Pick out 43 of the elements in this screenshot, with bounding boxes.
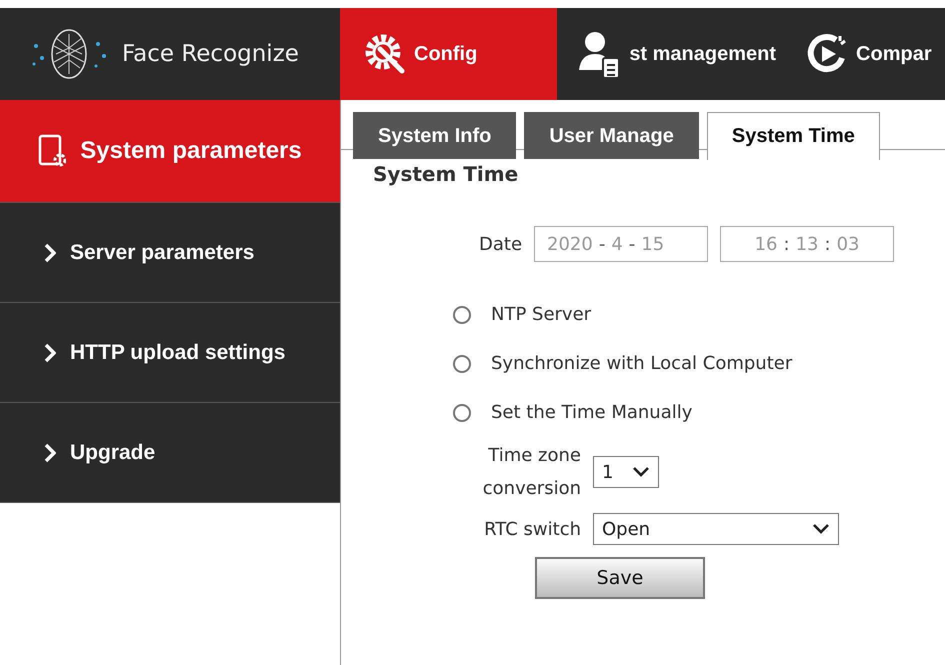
date-part: 15 — [641, 234, 664, 254]
rtc-switch-select[interactable]: Open — [593, 513, 839, 545]
chevron-down-icon — [812, 523, 830, 535]
time-part: 16 — [754, 234, 778, 254]
time-field[interactable]: 16 : 13 : 03 — [720, 226, 894, 262]
radio-label: Synchronize with Local Computer — [491, 353, 792, 374]
radio-button[interactable] — [453, 404, 471, 422]
time-zone-label: conversion — [482, 478, 581, 499]
date-label: Date — [479, 234, 522, 254]
app-name: Face Recognize — [122, 41, 299, 67]
time-zone-select[interactable]: 1 — [593, 456, 659, 488]
date-part: 4 — [611, 234, 623, 254]
radio-label: Set the Time Manually — [491, 402, 692, 423]
sidebar-item[interactable]: Upgrade — [0, 403, 340, 503]
radio-button[interactable] — [453, 306, 471, 324]
save-button[interactable]: Save — [535, 557, 705, 599]
tab[interactable]: System Time — [706, 112, 880, 160]
chevron-right-icon — [44, 442, 56, 462]
separator: - — [598, 234, 606, 254]
sidebar-item[interactable]: HTTP upload settings — [0, 303, 340, 403]
date-field[interactable]: 2020 - 4 - 15 — [534, 226, 708, 262]
radio-label: NTP Server — [491, 304, 592, 325]
sidebar-item[interactable]: System parameters — [0, 100, 340, 203]
time-part: 03 — [836, 234, 860, 254]
section-title: System Time — [373, 162, 520, 186]
date-part: 2020 — [547, 234, 593, 254]
settings-page-icon — [38, 134, 66, 168]
rtc-switch-label: RTC switch — [484, 518, 581, 540]
chevron-right-icon — [44, 342, 56, 362]
sidebar-item[interactable]: Server parameters — [0, 203, 340, 303]
separator: : — [784, 234, 790, 254]
chevron-right-icon — [44, 242, 56, 262]
tab[interactable]: User Manage — [524, 112, 699, 159]
radio-button[interactable] — [453, 354, 471, 372]
nav-tab[interactable]: Compar — [784, 8, 940, 100]
time-zone-label: Time zone — [488, 445, 581, 466]
separator: : — [824, 234, 831, 254]
nav-tab[interactable]: st management — [557, 8, 784, 100]
separator: - — [628, 234, 636, 254]
nav-tab[interactable]: Config — [340, 8, 558, 100]
tab[interactable]: System Info — [353, 112, 516, 159]
chevron-down-icon — [632, 466, 650, 478]
time-part: 13 — [796, 234, 818, 254]
